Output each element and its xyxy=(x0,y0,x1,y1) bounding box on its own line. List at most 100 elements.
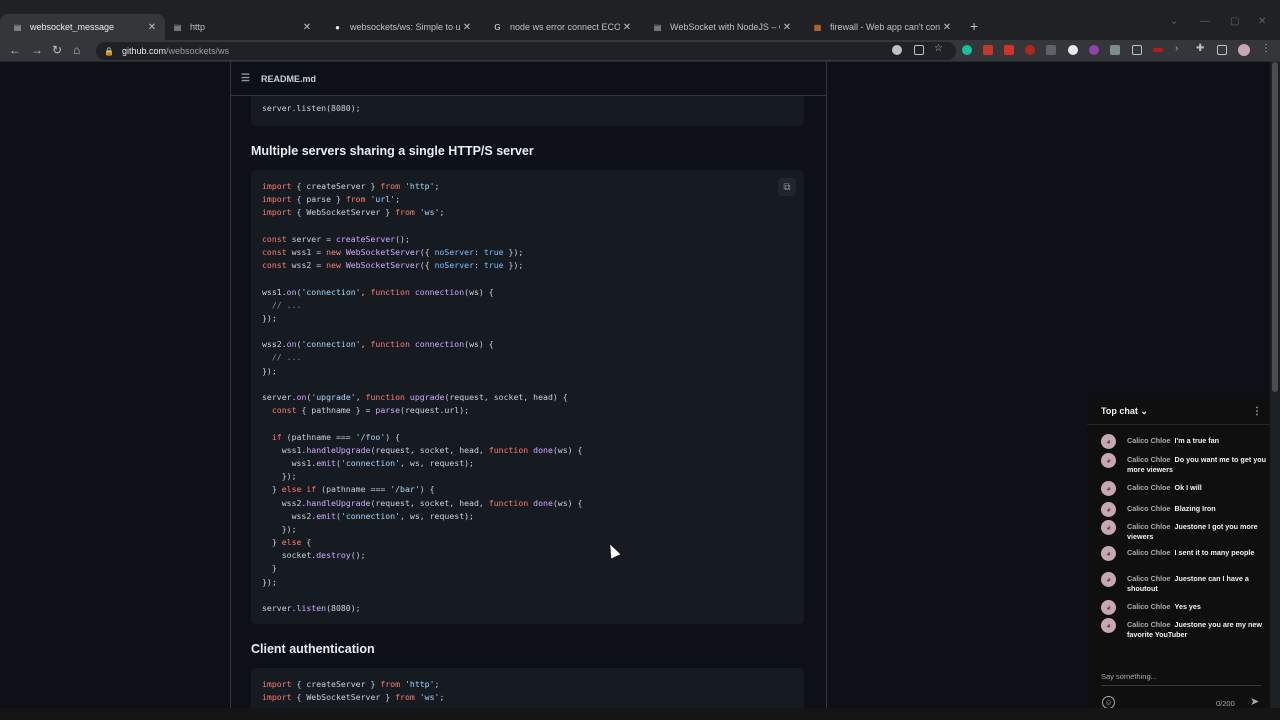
chat-author[interactable]: Calico Chloe xyxy=(1127,483,1171,492)
close-window-button[interactable]: ✕ xyxy=(1258,16,1266,27)
browser-tab[interactable]: ▦ firewall - Web app can't connect✕ xyxy=(800,17,960,37)
home-icon[interactable]: ⌂ xyxy=(73,43,80,57)
tab-close-icon[interactable]: ✕ xyxy=(940,22,954,33)
code-line: wss2.handleUpgrade(request, socket, head… xyxy=(262,497,583,508)
chat-author[interactable]: Calico Chloe xyxy=(1127,436,1171,445)
scrollbar-thumb[interactable] xyxy=(1272,62,1278,392)
chat-author[interactable]: Calico Chloe xyxy=(1127,504,1171,513)
code-line: const wss2 = new WebSocketServer({ noSer… xyxy=(262,260,524,271)
side-panel-icon[interactable] xyxy=(1217,45,1227,55)
send-icon[interactable]: ➤ xyxy=(1250,695,1259,708)
browser-tab-strip: ▤ websocket_message ✕ ▤ http ✕ ● websockets/ws:… xyxy=(0,0,1280,40)
address-bar[interactable]: 🔒 github.com/websockets/ws xyxy=(96,42,956,60)
chat-author[interactable]: Calico Chloe xyxy=(1127,455,1171,464)
chat-author[interactable]: Calico Chloe xyxy=(1127,548,1171,557)
readme-panel: server.listen(8080); Multiple servers sh… xyxy=(230,62,827,708)
avatar[interactable]: ◕ xyxy=(1101,453,1116,468)
browser-tab[interactable]: ▤ websocket_message ✕ xyxy=(0,14,165,40)
avatar[interactable]: ◕ xyxy=(1101,546,1116,561)
chat-header: Top chat ⌄ ⋮ xyxy=(1087,398,1270,425)
browser-menu-icon[interactable]: ⋮ xyxy=(1261,43,1271,54)
page-icon: ▤ xyxy=(173,22,182,32)
browser-tab[interactable]: Gnode ws error connect ECONNR✕ xyxy=(480,17,640,37)
tab-close-icon[interactable]: ✕ xyxy=(620,22,634,33)
chat-message-body: Calico Chloe I'm a true fan xyxy=(1127,436,1219,449)
live-chat-panel: Top chat ⌄ ⋮ ◕ Calico Chloe I'm a true fan… xyxy=(1087,398,1270,720)
code-line: const { pathname } = parse(request.url); xyxy=(271,405,470,416)
chat-author[interactable]: Calico Chloe xyxy=(1127,620,1171,629)
code-block-previous: server.listen(8080); xyxy=(251,96,804,126)
chat-message: ◕ Calico Chloe Juestone can I have a shout… xyxy=(1101,572,1266,593)
extension-image-icon[interactable] xyxy=(1132,45,1142,55)
chat-message-body: Calico Chloe Ok I will xyxy=(1127,483,1202,496)
avatar[interactable]: ◕ xyxy=(1101,618,1116,633)
chat-text: Yes yes xyxy=(1174,602,1201,611)
chat-text: Blazing Iron xyxy=(1174,504,1216,513)
tab-close-icon[interactable]: ✕ xyxy=(300,22,314,33)
section-heading-multiple-servers: Multiple servers sharing a single HTTP/S… xyxy=(251,144,534,158)
extensions-puzzle-icon[interactable]: ✚ xyxy=(1196,43,1206,54)
avatar[interactable]: ◕ xyxy=(1101,502,1116,517)
avatar[interactable]: ◕ xyxy=(1101,600,1116,615)
extension-info-icon[interactable] xyxy=(1068,45,1078,55)
extension-dash-icon[interactable] xyxy=(1153,48,1163,52)
chat-message-body: Calico Chloe Juestone can I have a shouto… xyxy=(1127,574,1266,593)
code-line: // ... xyxy=(262,352,302,363)
code-line: } else { xyxy=(262,537,312,548)
avatar[interactable]: ◕ xyxy=(1101,572,1116,587)
extension-puzzle-grey-icon[interactable] xyxy=(1110,45,1120,55)
tab-close-icon[interactable]: ✕ xyxy=(780,22,794,33)
maximize-button[interactable]: ▢ xyxy=(1230,16,1239,27)
code-line: wss1.on('connection', function connectio… xyxy=(262,286,494,297)
avatar[interactable]: ◕ xyxy=(1101,520,1116,535)
adblock-icon[interactable] xyxy=(983,45,993,55)
grammarly-icon[interactable] xyxy=(962,45,972,55)
avatar[interactable]: ◕ xyxy=(1101,434,1116,449)
chat-input[interactable]: Say something... xyxy=(1101,672,1261,686)
browser-tab[interactable]: ▤ http ✕ xyxy=(160,17,320,37)
chat-message-body: Calico Chloe I sent it to many people xyxy=(1127,548,1254,561)
extension-grey-icon[interactable] xyxy=(1046,45,1056,55)
google-lens-icon[interactable] xyxy=(892,45,902,55)
extension-record-icon[interactable] xyxy=(1025,45,1035,55)
chat-text: I'm a true fan xyxy=(1174,436,1219,445)
avatar[interactable]: ◕ xyxy=(1101,481,1116,496)
page-scrollbar[interactable] xyxy=(1270,62,1280,708)
chat-message: ◕ Calico Chloe Do you want me to get you m… xyxy=(1101,453,1266,474)
chat-mode-dropdown[interactable]: Top chat ⌄ xyxy=(1101,406,1148,417)
chat-message-body: Calico Chloe Juestone you are my new favo… xyxy=(1127,620,1266,639)
chat-message-body: Calico Chloe Juestone I got you more view… xyxy=(1127,522,1266,541)
profile-avatar[interactable] xyxy=(1238,44,1250,56)
chat-author[interactable]: Calico Chloe xyxy=(1127,574,1171,583)
back-icon[interactable]: ← xyxy=(9,43,21,57)
google-icon: G xyxy=(494,22,501,32)
github-icon: ● xyxy=(335,22,340,32)
outline-list-icon[interactable]: ☰ xyxy=(241,73,250,84)
reload-icon[interactable]: ↻ xyxy=(52,43,62,57)
chat-author[interactable]: Calico Chloe xyxy=(1127,522,1171,531)
code-block-client-auth: import { createServer } from 'http'; impo… xyxy=(251,668,804,708)
code-block-multiple-servers: ⧉ import { createServer } from 'http'; im… xyxy=(251,170,804,624)
new-tab-button[interactable]: + xyxy=(970,18,978,34)
forward-icon[interactable]: → xyxy=(31,43,43,57)
bookmark-star-icon[interactable]: ☆ xyxy=(934,43,944,54)
browser-tab[interactable]: ▤ WebSocket with NodeJS – Quick✕ xyxy=(640,17,800,37)
share-icon[interactable] xyxy=(914,45,924,55)
tab-close-icon[interactable]: ✕ xyxy=(145,22,159,33)
code-line: } xyxy=(262,563,277,574)
extension-arrow-icon[interactable]: › xyxy=(1175,43,1185,54)
minimize-button[interactable]: — xyxy=(1200,16,1210,27)
tab-search-icon[interactable]: ⌄ xyxy=(1170,16,1178,27)
extension-purple-icon[interactable] xyxy=(1089,45,1099,55)
chat-menu-icon[interactable]: ⋮ xyxy=(1252,406,1262,417)
code-line: }); xyxy=(262,523,297,534)
tab-close-icon[interactable]: ✕ xyxy=(460,22,474,33)
chat-author[interactable]: Calico Chloe xyxy=(1127,602,1171,611)
tab-title: websocket_message xyxy=(30,22,115,32)
copy-code-icon[interactable]: ⧉ xyxy=(778,178,796,196)
browser-tab[interactable]: ● websockets/ws: Simple to use, b✕ xyxy=(320,17,480,37)
extension-red-icon[interactable] xyxy=(1004,45,1014,55)
chat-text: Ok I will xyxy=(1174,483,1202,492)
